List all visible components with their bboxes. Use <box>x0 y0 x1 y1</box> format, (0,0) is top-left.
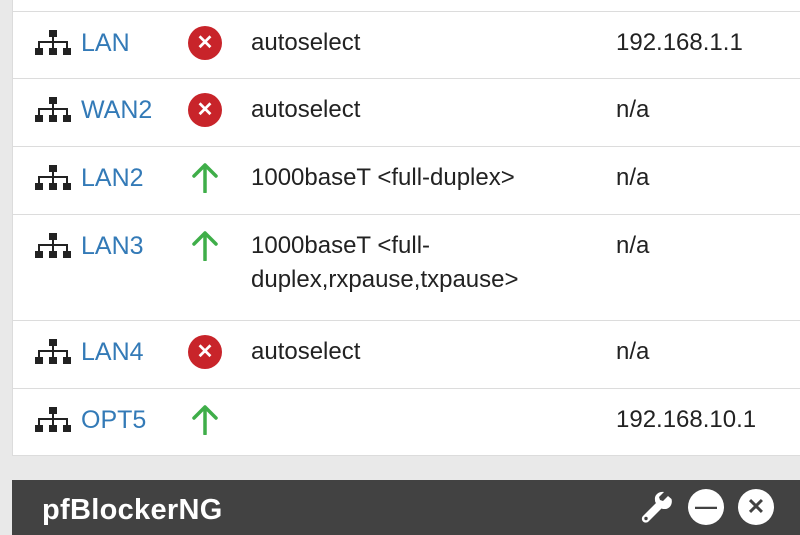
ip-address-value: 192.168.10.1 <box>616 406 757 433</box>
interface-row-lan3: LAN3 1000baseT <full-duplex,rxpause,txpa… <box>13 215 800 321</box>
ip-address-value: n/a <box>616 164 650 191</box>
ip-address-value: n/a <box>616 96 650 123</box>
arrow-up-icon <box>190 161 220 195</box>
ip-address-value: n/a <box>616 232 650 259</box>
x-circle-icon: ✕ <box>188 335 222 369</box>
status-up-indicator <box>185 161 225 195</box>
pfblockerng-widget-header: pfBlockerNG — ✕ <box>12 480 800 535</box>
status-up-indicator <box>185 229 225 263</box>
interface-cell: LAN4 <box>33 335 144 369</box>
network-icon <box>33 28 73 58</box>
interface-row-opt5: OPT5 192.168.10.1 <box>13 389 800 456</box>
minus-circle-icon: — <box>688 489 724 525</box>
interface-cell: WAN2 <box>33 93 152 127</box>
interface-row-wan2: WAN2 ✕ autoselect n/a <box>13 79 800 147</box>
network-icon <box>33 95 73 125</box>
network-icon <box>33 231 73 261</box>
widget-title: pfBlockerNG <box>42 494 223 526</box>
widget-controls: — ✕ <box>637 488 775 526</box>
interface-row-lan: LAN ✕ autoselect 192.168.1.1 <box>13 12 800 79</box>
media-value: 1000baseT <full-duplex> <box>251 164 515 191</box>
network-icon <box>33 163 73 193</box>
minimize-button[interactable]: — <box>687 488 725 526</box>
close-button[interactable]: ✕ <box>737 488 775 526</box>
status-down-indicator: ✕ <box>185 335 225 369</box>
status-down-indicator: ✕ <box>185 93 225 127</box>
interface-row-lan4: LAN4 ✕ autoselect n/a <box>13 321 800 389</box>
media-value: 1000baseT <full-duplex,rxpause,txpause> <box>251 232 519 293</box>
network-icon <box>33 337 73 367</box>
status-down-indicator: ✕ <box>185 26 225 60</box>
close-circle-icon: ✕ <box>738 489 774 525</box>
ip-address-value: n/a <box>616 338 650 365</box>
arrow-up-icon <box>190 403 220 437</box>
interface-row-lan2: LAN2 1000baseT <full-duplex> n/a <box>13 147 800 215</box>
wrench-icon[interactable] <box>637 488 675 526</box>
interface-cell: LAN3 <box>33 229 144 263</box>
interface-link-wan2[interactable]: WAN2 <box>81 93 152 127</box>
media-value: autoselect <box>251 29 361 56</box>
interface-cell: LAN2 <box>33 161 144 195</box>
interfaces-widget-panel: LAN ✕ autoselect 192.168.1.1 WAN2 ✕ auto… <box>12 0 800 456</box>
interface-link-lan[interactable]: LAN <box>81 26 130 60</box>
interface-link-lan4[interactable]: LAN4 <box>81 335 144 369</box>
interface-link-lan2[interactable]: LAN2 <box>81 161 144 195</box>
arrow-up-icon <box>190 229 220 263</box>
interface-cell: LAN <box>33 26 130 60</box>
ip-address-value: 192.168.1.1 <box>616 29 743 56</box>
media-value: autoselect <box>251 96 361 123</box>
interface-cell: OPT5 <box>33 403 146 437</box>
media-value: autoselect <box>251 338 361 365</box>
x-circle-icon: ✕ <box>188 93 222 127</box>
interface-link-lan3[interactable]: LAN3 <box>81 229 144 263</box>
status-up-indicator <box>185 403 225 437</box>
interface-link-opt5[interactable]: OPT5 <box>81 403 146 437</box>
x-circle-icon: ✕ <box>188 26 222 60</box>
network-icon <box>33 405 73 435</box>
